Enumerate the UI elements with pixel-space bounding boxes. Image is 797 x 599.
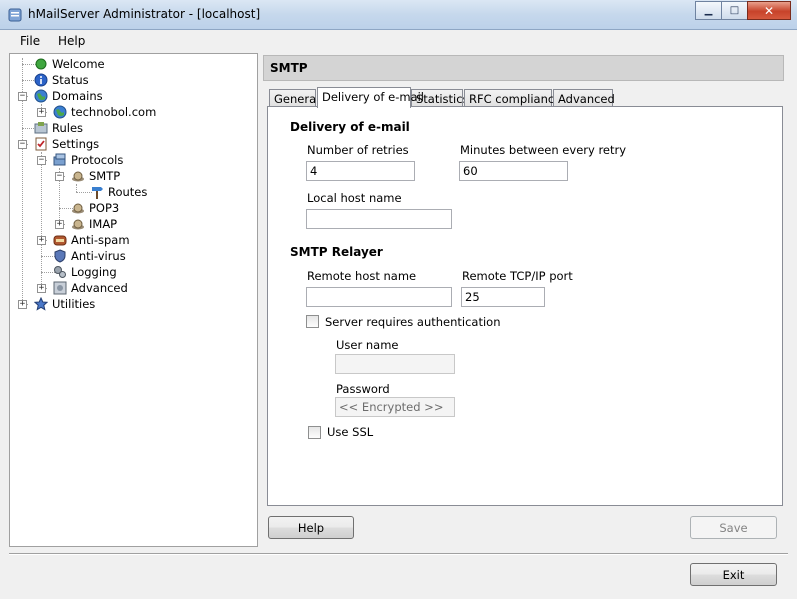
port-input[interactable]: 25 [461,287,545,307]
username-input[interactable] [335,354,455,374]
antispam-expand-toggle[interactable]: + [37,236,46,245]
tree-item-smtp[interactable]: SMTP [71,168,120,184]
shield-icon [54,249,66,263]
tree-item-routes[interactable]: Routes [90,184,147,200]
app-icon [8,8,22,22]
tree-item-pop3[interactable]: POP3 [71,200,119,216]
globe-icon [53,105,67,119]
tree-item-utilities[interactable]: Utilities [34,296,95,312]
smtp-collapse-toggle[interactable]: − [55,172,64,181]
protocols-icon [53,153,66,166]
tree-item-domain-technobol[interactable]: technobol.com [53,104,156,120]
menu-file[interactable]: File [20,34,40,48]
tree-item-label: Utilities [52,297,96,311]
navigation-tree[interactable]: − + − − − + + + + Welcome Status Domains… [9,53,258,547]
ssl-checkbox[interactable] [308,426,321,439]
tab-general[interactable]: General [269,89,319,107]
tree-item-label: Status [52,73,89,87]
username-label: User name [336,338,399,352]
delivery-section-title: Delivery of e-mail [290,120,410,134]
tree-item-antivirus[interactable]: Anti-virus [53,248,126,264]
tab-delivery[interactable]: Delivery of e-mail [317,87,424,108]
menu-bar: File Help [0,31,797,52]
snail-icon [72,219,84,230]
minutes-label: Minutes between every retry [460,143,627,157]
advanced-icon [53,281,67,295]
remote-host-label: Remote host name [307,269,417,283]
spam-can-icon [53,235,67,246]
tree-item-label: Welcome [52,57,105,71]
password-label: Password [336,382,390,396]
domains-collapse-toggle[interactable]: − [18,92,27,101]
tree-item-label: SMTP [89,169,121,183]
tree-item-label: Domains [52,89,103,103]
save-button[interactable]: Save [690,516,777,539]
tab-panel-delivery: Delivery of e-mail Number of retries 4 M… [267,106,783,506]
tab-advanced[interactable]: Advanced [553,89,615,107]
ssl-label[interactable]: Use SSL [327,425,373,439]
tree-item-imap[interactable]: IMAP [71,216,117,232]
tree-item-label: Logging [71,265,117,279]
password-input[interactable]: << Encrypted >> [335,397,455,417]
tree-item-advanced[interactable]: Advanced [53,280,128,296]
utilities-expand-toggle[interactable]: + [18,300,27,309]
tree-item-label: Anti-virus [71,249,126,263]
snail-icon [72,171,84,182]
auth-checkbox[interactable] [306,315,319,328]
localhost-input[interactable] [306,209,452,229]
tree-item-label: technobol.com [71,105,157,119]
tree-item-antispam[interactable]: Anti-spam [53,232,130,248]
tree-item-protocols[interactable]: Protocols [53,152,123,168]
tree-item-label: Advanced [71,281,128,295]
info-icon [34,73,48,87]
tree-item-status[interactable]: Status [34,72,89,88]
retries-input[interactable]: 4 [306,161,415,181]
tree-item-settings[interactable]: Settings [34,136,99,152]
advanced-expand-toggle[interactable]: + [37,284,46,293]
green-dot-icon [35,58,47,70]
tree-item-logging[interactable]: Logging [53,264,117,280]
separator [9,553,788,555]
tree-item-welcome[interactable]: Welcome [34,56,105,72]
tree-item-label: POP3 [89,201,120,215]
technobol-expand-toggle[interactable]: + [37,108,46,117]
logging-gears-icon [54,266,66,278]
remote-host-input[interactable] [306,287,452,307]
localhost-label: Local host name [307,191,402,205]
panel-title: SMTP [270,61,308,75]
auth-label[interactable]: Server requires authentication [325,315,501,329]
exit-button[interactable]: Exit [690,563,777,586]
tree-item-label: IMAP [89,217,118,231]
help-button[interactable]: Help [268,516,354,539]
tree-item-label: Anti-spam [71,233,130,247]
close-button[interactable]: ✕ [747,1,791,20]
tab-rfc-compliance[interactable]: RFC compliance [464,89,561,107]
retries-label: Number of retries [307,143,409,157]
settings-checklist-icon [35,137,47,151]
tree-item-label: Settings [52,137,100,151]
tree-item-rules[interactable]: Rules [34,120,83,136]
snail-icon [72,203,84,214]
imap-expand-toggle[interactable]: + [55,220,64,229]
tree-item-domains[interactable]: Domains [34,88,103,104]
maximize-button[interactable]: □ [721,1,748,20]
port-label: Remote TCP/IP port [462,269,573,283]
title-bar: hMailServer Administrator - [localhost] … [0,0,797,30]
signpost-icon [92,187,103,199]
rules-icon [34,122,48,134]
settings-collapse-toggle[interactable]: − [18,140,27,149]
tree-item-label: Routes [108,185,148,199]
star-icon [34,297,48,311]
window-title: hMailServer Administrator - [localhost] [28,7,261,21]
globe-icon [34,89,48,103]
minimize-button[interactable]: ▁ [695,1,722,20]
relayer-section-title: SMTP Relayer [290,245,383,259]
menu-help[interactable]: Help [58,34,85,48]
tree-item-label: Rules [52,121,84,135]
minutes-input[interactable]: 60 [459,161,568,181]
protocols-collapse-toggle[interactable]: − [37,156,46,165]
panel-header: SMTP [263,55,784,81]
tree-item-label: Protocols [71,153,124,167]
